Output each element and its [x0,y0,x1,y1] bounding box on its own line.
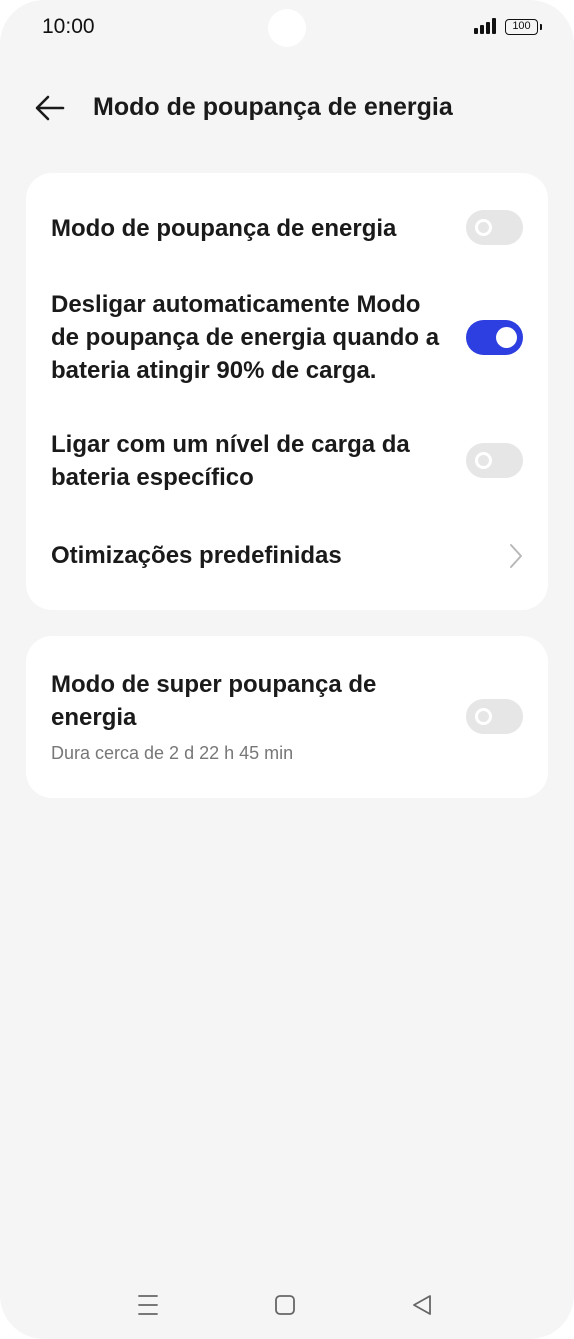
navigation-bar [0,1280,574,1330]
chevron-right-icon [510,544,522,568]
battery-icon: 100 [505,19,542,35]
toggle-knob [475,452,492,469]
setting-label: Modo de super poupança de energia [51,671,377,731]
toggle-knob [496,327,517,348]
header: Modo de poupança de energia [0,78,574,138]
page-title: Modo de poupança de energia [93,93,453,121]
toggle-knob [475,708,492,725]
setting-label: Modo de poupança de energia [51,215,397,242]
specific-level-toggle[interactable] [466,443,523,478]
status-bar: 10:00 100 [0,0,574,56]
power-saving-toggle[interactable] [466,210,523,245]
signal-icon [474,18,498,34]
setting-super-power-saving[interactable]: Modo de super poupança de energia Dura c… [26,636,548,798]
back-nav-button[interactable] [402,1290,442,1320]
auto-disable-toggle[interactable] [466,320,523,355]
setting-label: Desligar automaticamente Modo de poupanç… [51,291,440,384]
front-camera [268,9,306,47]
setting-subtitle: Dura cerca de 2 d 22 h 45 min [51,743,294,763]
settings-card: Modo de poupança de energia Desligar aut… [26,173,548,610]
setting-power-saving-mode[interactable]: Modo de poupança de energia [26,193,548,265]
toggle-knob [475,219,492,236]
setting-label: Otimizações predefinidas [51,542,342,569]
setting-label: Ligar com um nível de carga da bateria e… [51,431,410,491]
battery-level: 100 [512,20,531,32]
arrow-left-icon [35,95,65,121]
back-triangle-icon [413,1295,431,1315]
back-button[interactable] [30,90,70,126]
super-saving-toggle[interactable] [466,699,523,734]
status-time: 10:00 [42,15,95,38]
setting-specific-battery-level[interactable]: Ligar com um nível de carga da bateria e… [26,410,548,510]
home-button[interactable] [265,1290,305,1320]
menu-icon [138,1295,158,1315]
setting-auto-disable-90[interactable]: Desligar automaticamente Modo de poupanç… [26,273,548,399]
setting-default-optimizations[interactable]: Otimizações predefinidas [26,521,548,591]
phone-screen: 10:00 100 Modo de poupança de energia Mo… [0,0,574,1339]
home-icon [275,1295,295,1315]
super-saving-card: Modo de super poupança de energia Dura c… [26,636,548,798]
recent-apps-button[interactable] [128,1290,168,1320]
